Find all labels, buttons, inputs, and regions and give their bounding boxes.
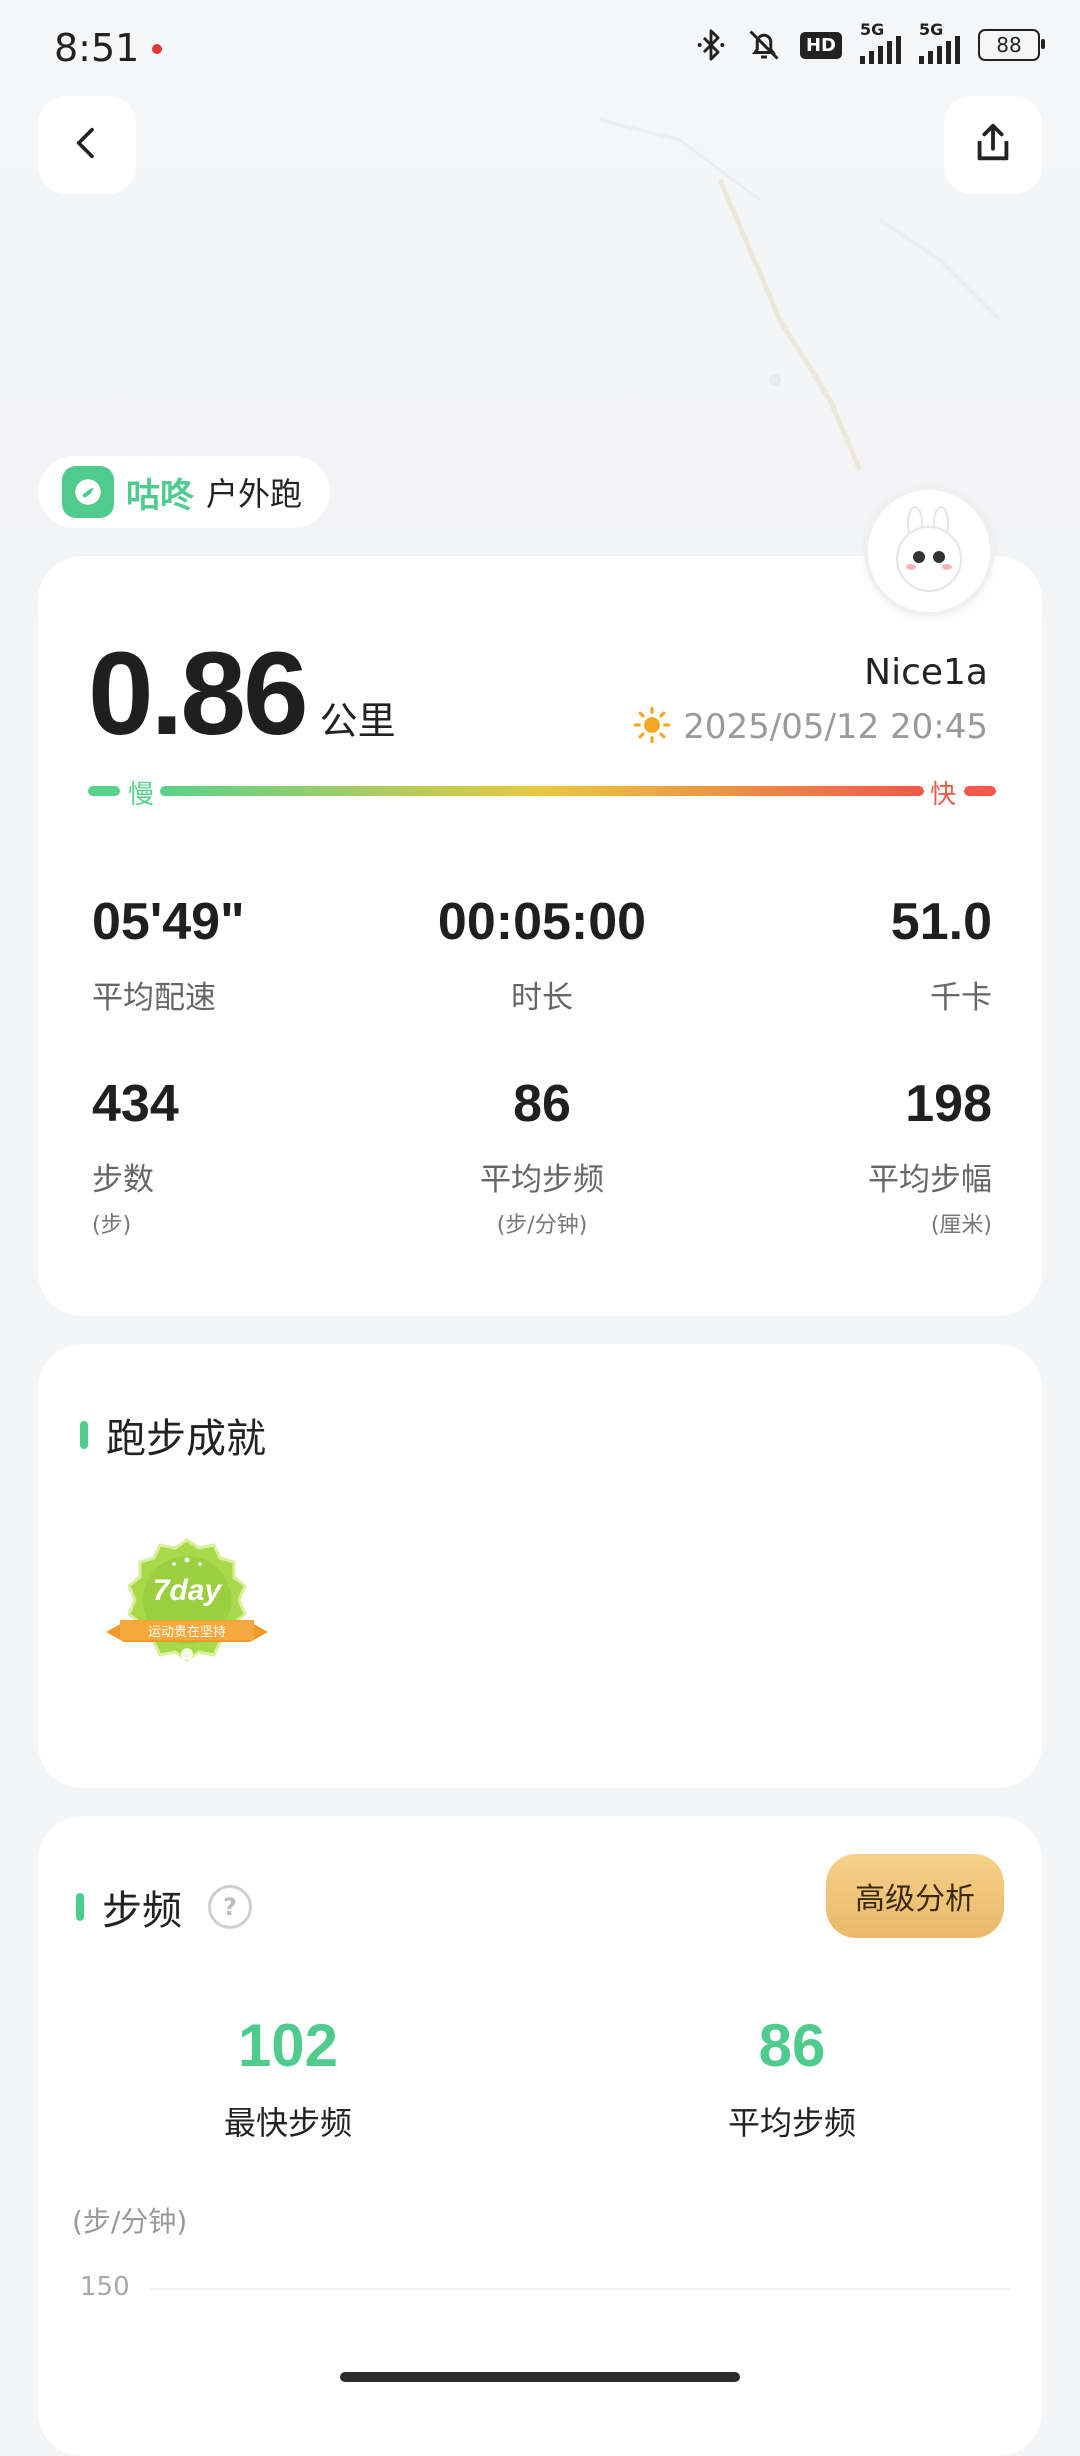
chart-axis-unit: (步/分钟) [72, 2205, 188, 2238]
bluetooth-icon [694, 28, 728, 62]
stat-label: 平均配速 [92, 980, 216, 1016]
hd-icon: HD [799, 31, 842, 59]
title-accent [80, 1421, 88, 1449]
datetime-row: 2025/05/12 20:45 [633, 706, 988, 748]
cadence-average: 86 平均步频 [642, 2016, 942, 2144]
distance-value: 0.86 [88, 628, 309, 760]
stat-value: 00:05:00 [437, 893, 647, 951]
back-button[interactable] [38, 96, 136, 194]
stat-unit: (厘米) [930, 1213, 992, 1238]
stat-label: 步数 [92, 1162, 154, 1198]
cadence-average-value: 86 [758, 2012, 826, 2079]
cadence-fastest-label: 最快步频 [223, 2104, 352, 2142]
stat-unit: (步) [92, 1213, 132, 1238]
bell-off-icon [746, 27, 782, 63]
cadence-fastest: 102 最快步频 [138, 2016, 438, 2144]
battery-icon: 88 [978, 29, 1045, 61]
stat-avg-cadence: 86 平均步频 (步/分钟) [392, 1078, 692, 1239]
advanced-analysis-button[interactable]: 高级分析 [826, 1854, 1004, 1938]
pace-gradient-bar: 慢 快 [88, 774, 996, 810]
stat-value: 86 [513, 1075, 571, 1133]
signal-icon: 5G [919, 20, 960, 64]
chart-axis-tick: 150 [80, 2272, 130, 2302]
cadence-average-label: 平均步频 [727, 2104, 856, 2142]
achievements-card: 跑步成就 7day 运动贵在坚持 [38, 1344, 1042, 1788]
share-icon [970, 120, 1016, 170]
signal-label: 5G [860, 20, 885, 39]
achievements-title-text: 跑步成就 [106, 1416, 266, 1462]
stat-label: 平均步频 [480, 1162, 604, 1198]
home-indicator[interactable] [340, 2372, 740, 2382]
stat-value: 198 [905, 1075, 992, 1133]
stat-label: 时长 [511, 980, 573, 1016]
chart-grid-line [150, 2288, 1010, 2290]
cadence-card: 步频 ? 高级分析 102 最快步频 86 平均步频 (步/分钟) 150 [38, 1816, 1042, 2456]
stat-value: 434 [92, 1075, 179, 1133]
help-icon[interactable]: ? [208, 1885, 252, 1929]
distance: 0.86 公里 [88, 626, 396, 762]
stat-avg-pace: 05'49" 平均配速 [92, 896, 392, 1017]
stat-value: 05'49" [92, 893, 245, 951]
stat-steps: 434 步数 (步) [92, 1078, 392, 1239]
status-time: 8:51 [54, 26, 140, 70]
stat-value: 51.0 [890, 893, 992, 951]
chevron-left-icon [67, 123, 107, 167]
achievements-title: 跑步成就 [80, 1406, 266, 1464]
sun-icon [633, 706, 671, 748]
badge-days-text: 7day [153, 1574, 223, 1607]
pace-slow-label: 慢 [128, 780, 155, 810]
stat-unit: (步/分钟) [496, 1213, 588, 1238]
recording-indicator [152, 44, 162, 54]
achievement-badge[interactable]: 7day 运动贵在坚持 [104, 1536, 270, 1676]
stat-label: 千卡 [930, 980, 992, 1016]
brand-activity-pill: 咕咚 户外跑 [38, 456, 331, 528]
codoon-logo-icon [62, 466, 114, 518]
cadence-title-text: 步频 [102, 1888, 182, 1934]
activity-datetime: 2025/05/12 20:45 [683, 707, 988, 747]
status-bar: 8:51 HD 5G 5G 88 [0, 0, 1080, 100]
status-icons: HD 5G 5G 88 [694, 20, 1045, 64]
activity-type: 户外跑 [206, 475, 303, 513]
stat-calories: 51.0 千卡 [692, 896, 992, 1017]
signal-label: 5G [919, 20, 944, 39]
brand-name: 咕咚 [126, 475, 194, 516]
stat-label: 平均步幅 [868, 1162, 992, 1198]
stat-duration: 00:05:00 时长 [392, 896, 692, 1017]
username: Nice1a [864, 652, 988, 693]
badge-ribbon-text: 运动贵在坚持 [148, 1625, 226, 1640]
distance-unit: 公里 [319, 699, 396, 743]
stat-avg-stride: 198 平均步幅 (厘米) [692, 1078, 992, 1239]
share-button[interactable] [944, 96, 1042, 194]
summary-card: 0.86 公里 Nice1a 2025/05/12 20:45 慢 快 05'4… [38, 556, 1042, 1316]
pace-fast-label: 快 [930, 780, 957, 810]
signal-icon: 5G [860, 20, 901, 64]
cadence-title: 步频 ? [76, 1878, 252, 1936]
title-accent [76, 1893, 84, 1921]
avatar[interactable] [864, 486, 994, 616]
battery-level: 88 [996, 33, 1022, 57]
cadence-fastest-value: 102 [237, 2012, 339, 2079]
